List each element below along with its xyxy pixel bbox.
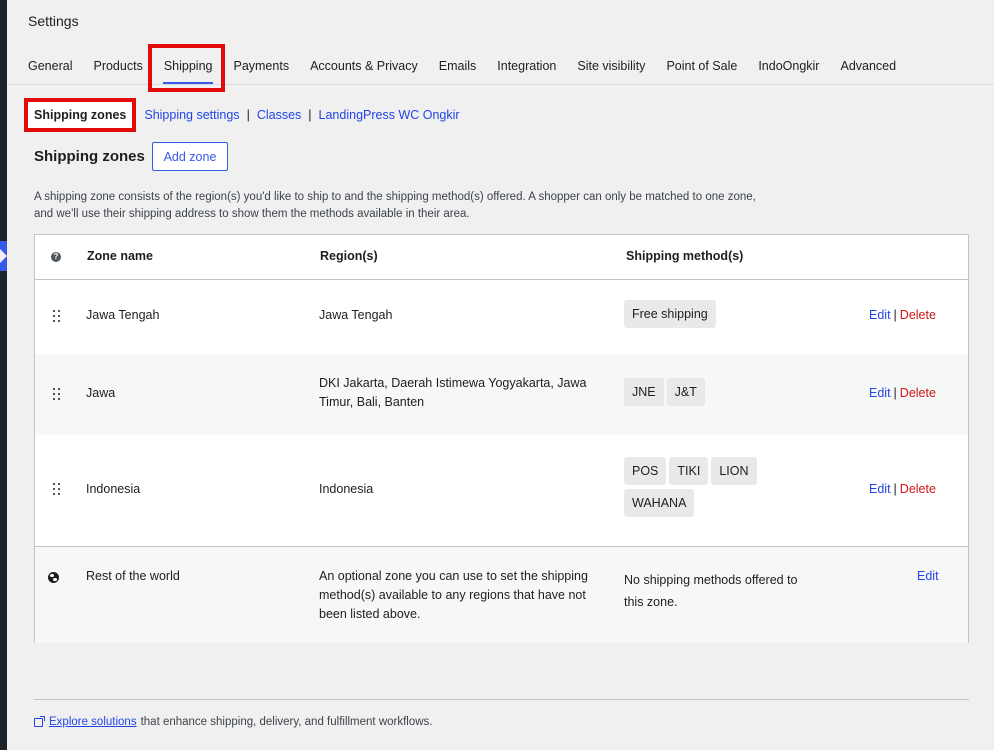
external-link-icon [34, 715, 45, 727]
drag-handle-icon[interactable] [53, 483, 61, 497]
zone-regions: An optional zone you can use to set the … [319, 569, 588, 621]
tab-site-visibility[interactable]: Site visibility [567, 58, 656, 84]
action-separator: | [893, 482, 897, 496]
method-chip: Free shipping [624, 300, 716, 328]
zone-methods: POS TIKI LION WAHANA [624, 457, 794, 521]
question-icon[interactable]: ? [51, 252, 61, 262]
tab-accounts-privacy[interactable]: Accounts & Privacy [300, 58, 429, 84]
zone-name[interactable]: Jawa Tengah [86, 306, 159, 325]
zone-regions: Indonesia [319, 482, 374, 496]
delete-link[interactable]: Delete [900, 482, 936, 496]
add-zone-button[interactable]: Add zone [152, 142, 228, 171]
page-title: Settings [28, 13, 79, 29]
header-regions: Region(s) [320, 249, 378, 263]
globe-icon [48, 572, 59, 583]
tab-advanced[interactable]: Advanced [830, 58, 907, 84]
zone-regions: Jawa Tengah [319, 308, 393, 322]
table-row-rest-of-world: Rest of the world An optional zone you c… [35, 546, 968, 643]
shipping-subnav: Shipping zones Shipping settings | Class… [24, 98, 460, 132]
zone-methods: JNE J&T [624, 378, 708, 410]
shipping-tab-highlight [148, 44, 225, 92]
subnav-separator: | [246, 108, 250, 122]
tab-point-of-sale[interactable]: Point of Sale [656, 58, 748, 84]
subnav-current-shipping-zones[interactable]: Shipping zones [24, 98, 137, 132]
footer-text: that enhance shipping, delivery, and ful… [140, 716, 433, 728]
tab-general[interactable]: General [28, 58, 83, 84]
method-chip: WAHANA [624, 489, 695, 517]
subnav-separator: | [308, 108, 312, 122]
delete-link[interactable]: Delete [900, 386, 936, 400]
row-actions: Edit | Delete [869, 386, 936, 400]
shipping-zones-table: ? Zone name Region(s) Shipping method(s)… [34, 234, 969, 643]
row-actions: Edit | Delete [869, 308, 936, 322]
action-separator: | [893, 386, 897, 400]
tab-indoongkir[interactable]: IndoOngkir [748, 58, 830, 84]
zone-methods: Free shipping [624, 300, 719, 332]
tab-products[interactable]: Products [83, 58, 153, 84]
row-actions: Edit [917, 569, 939, 583]
tab-emails[interactable]: Emails [428, 58, 487, 84]
drag-handle-icon[interactable] [53, 388, 61, 402]
row-actions: Edit | Delete [869, 482, 936, 496]
footer-divider [34, 699, 969, 700]
no-methods-text: No shipping methods offered to this zone… [624, 573, 798, 609]
method-chip: JNE [624, 378, 664, 406]
method-chip: J&T [666, 378, 705, 406]
action-separator: | [893, 308, 897, 322]
table-row: Jawa DKI Jakarta, Daerah Istimewa Yogyak… [35, 354, 968, 435]
edit-link[interactable]: Edit [869, 482, 891, 496]
section-heading: Shipping zones [34, 148, 145, 165]
delete-link[interactable]: Delete [900, 308, 936, 322]
method-chip: POS [624, 457, 667, 485]
admin-sidebar-edge [0, 0, 7, 750]
table-header: ? Zone name Region(s) Shipping method(s) [35, 235, 968, 280]
subnav-link-landingpress[interactable]: LandingPress WC Ongkir [319, 108, 460, 122]
explore-solutions-link[interactable]: Explore solutions [49, 716, 137, 728]
edit-link[interactable]: Edit [869, 308, 891, 322]
drag-handle-icon[interactable] [53, 310, 61, 324]
header-shipping-methods: Shipping method(s) [626, 249, 744, 263]
zone-name: Rest of the world [86, 569, 180, 583]
edit-link[interactable]: Edit [917, 569, 939, 583]
edit-link[interactable]: Edit [869, 386, 891, 400]
method-chip: LION [711, 457, 757, 485]
subnav-link-classes[interactable]: Classes [257, 108, 301, 122]
method-chip: TIKI [669, 457, 709, 485]
zone-name[interactable]: Jawa [86, 384, 115, 403]
zone-regions: DKI Jakarta, Daerah Istimewa Yogyakarta,… [319, 376, 587, 409]
zones-description: A shipping zone consists of the region(s… [34, 191, 756, 220]
tab-payments[interactable]: Payments [223, 58, 300, 84]
header-zone-name: Zone name [87, 249, 153, 263]
subnav-link-shipping-settings[interactable]: Shipping settings [144, 108, 239, 122]
table-row: Indonesia Indonesia POS TIKI LION WAHANA Ed… [35, 435, 968, 546]
zone-name[interactable]: Indonesia [86, 480, 140, 499]
sidebar-arrow-icon [0, 249, 7, 263]
table-row: Jawa Tengah Jawa Tengah Free shipping Ed… [35, 280, 968, 354]
footer: Explore solutions that enhance shipping,… [34, 715, 433, 728]
tab-integration[interactable]: Integration [487, 58, 567, 84]
